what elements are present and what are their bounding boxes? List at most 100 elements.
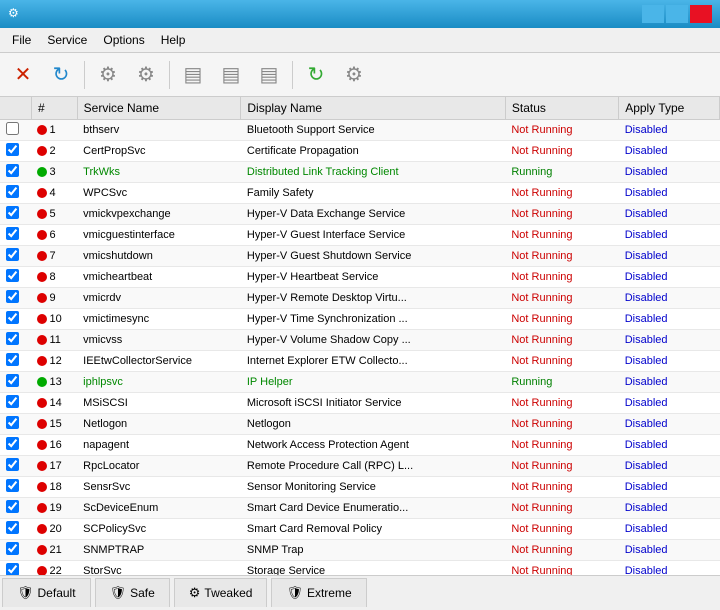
close-button[interactable] [690, 5, 712, 23]
table-row[interactable]: 10vmictimesyncHyper-V Time Synchronizati… [0, 309, 720, 330]
row-checkbox[interactable] [6, 437, 19, 450]
settings1-button[interactable]: ⚙ [91, 58, 125, 92]
row-status: Not Running [505, 435, 618, 456]
row-apply-type: Disabled [619, 498, 720, 519]
row-checkbox[interactable] [6, 185, 19, 198]
table-row[interactable]: 4WPCSvcFamily SafetyNot RunningDisabled [0, 183, 720, 204]
stop-button[interactable]: ✕ [6, 58, 40, 92]
header-display-name: Display Name [241, 97, 505, 120]
row-number: 4 [31, 183, 77, 204]
table-row[interactable]: 21SNMPTRAPSNMP TrapNot RunningDisabled [0, 540, 720, 561]
table-row[interactable]: 14MSiSCSIMicrosoft iSCSI Initiator Servi… [0, 393, 720, 414]
table-row[interactable]: 12IEEtwCollectorServiceInternet Explorer… [0, 351, 720, 372]
config-button[interactable]: ⚙ [337, 58, 371, 92]
list3-button[interactable]: ▤ [252, 58, 286, 92]
row-display-name: Distributed Link Tracking Client [241, 162, 505, 183]
status-dot-green [37, 377, 47, 387]
row-service-name: MSiSCSI [77, 393, 241, 414]
row-apply-type: Disabled [619, 204, 720, 225]
row-number: 2 [31, 141, 77, 162]
row-apply-type: Disabled [619, 372, 720, 393]
list1-button[interactable]: ▤ [176, 58, 210, 92]
services-table-container[interactable]: # Service Name Display Name Status Apply… [0, 97, 720, 575]
row-apply-type: Disabled [619, 330, 720, 351]
row-service-name: vmicheartbeat [77, 267, 241, 288]
refresh2-button[interactable]: ↻ [299, 58, 333, 92]
row-display-name: Hyper-V Guest Interface Service [241, 225, 505, 246]
row-service-name: vmickvpexchange [77, 204, 241, 225]
table-row[interactable]: 2CertPropSvcCertificate PropagationNot R… [0, 141, 720, 162]
row-service-name: vmicguestinterface [77, 225, 241, 246]
maximize-button[interactable] [666, 5, 688, 23]
row-status: Running [505, 162, 618, 183]
table-row[interactable]: 7vmicshutdownHyper-V Guest Shutdown Serv… [0, 246, 720, 267]
row-checkbox[interactable] [6, 206, 19, 219]
header-apply-type: Apply Type [619, 97, 720, 120]
default-tab[interactable]: 🛡Default [2, 578, 91, 607]
menu-item-help[interactable]: Help [153, 30, 194, 50]
row-checkbox[interactable] [6, 416, 19, 429]
table-row[interactable]: 1bthservBluetooth Support ServiceNot Run… [0, 120, 720, 141]
table-row[interactable]: 22StorSvcStorage ServiceNot RunningDisab… [0, 561, 720, 576]
row-number: 19 [31, 498, 77, 519]
row-checkbox[interactable] [6, 374, 19, 387]
table-row[interactable]: 6vmicguestinterfaceHyper-V Guest Interfa… [0, 225, 720, 246]
table-row[interactable]: 20SCPolicySvcSmart Card Removal PolicyNo… [0, 519, 720, 540]
row-status: Not Running [505, 414, 618, 435]
row-status: Not Running [505, 120, 618, 141]
row-checkbox[interactable] [6, 143, 19, 156]
row-checkbox[interactable] [6, 353, 19, 366]
row-status: Not Running [505, 183, 618, 204]
row-display-name: Family Safety [241, 183, 505, 204]
row-status: Not Running [505, 204, 618, 225]
row-checkbox[interactable] [6, 248, 19, 261]
menu-item-file[interactable]: File [4, 30, 39, 50]
row-checkbox[interactable] [6, 269, 19, 282]
status-dot-red [37, 545, 47, 555]
table-row[interactable]: 8vmicheartbeatHyper-V Heartbeat ServiceN… [0, 267, 720, 288]
default-tab-label: Default [38, 586, 76, 600]
row-checkbox[interactable] [6, 458, 19, 471]
table-row[interactable]: 9vmicrdvHyper-V Remote Desktop Virtu...N… [0, 288, 720, 309]
minimize-button[interactable] [642, 5, 664, 23]
row-checkbox[interactable] [6, 227, 19, 240]
row-apply-type: Disabled [619, 477, 720, 498]
row-apply-type: Disabled [619, 414, 720, 435]
menu-item-options[interactable]: Options [95, 30, 152, 50]
table-row[interactable]: 19ScDeviceEnumSmart Card Device Enumerat… [0, 498, 720, 519]
row-checkbox[interactable] [6, 521, 19, 534]
row-status: Not Running [505, 288, 618, 309]
table-row[interactable]: 18SensrSvcSensor Monitoring ServiceNot R… [0, 477, 720, 498]
row-checkbox[interactable] [6, 122, 19, 135]
row-checkbox[interactable] [6, 542, 19, 555]
table-row[interactable]: 11vmicvssHyper-V Volume Shadow Copy ...N… [0, 330, 720, 351]
toolbar: ✕↻⚙⚙▤▤▤↻⚙ [0, 53, 720, 97]
settings2-button[interactable]: ⚙ [129, 58, 163, 92]
table-row[interactable]: 3TrkWksDistributed Link Tracking ClientR… [0, 162, 720, 183]
row-checkbox[interactable] [6, 164, 19, 177]
row-display-name: Netlogon [241, 414, 505, 435]
table-row[interactable]: 13iphlpsvcIP HelperRunningDisabled [0, 372, 720, 393]
extreme-tab[interactable]: 🛡Extreme [271, 578, 366, 607]
row-checkbox[interactable] [6, 311, 19, 324]
list2-button[interactable]: ▤ [214, 58, 248, 92]
table-row[interactable]: 5vmickvpexchangeHyper-V Data Exchange Se… [0, 204, 720, 225]
row-checkbox[interactable] [6, 479, 19, 492]
row-checkbox[interactable] [6, 395, 19, 408]
toolbar-separator [84, 61, 85, 89]
row-display-name: Storage Service [241, 561, 505, 576]
table-row[interactable]: 16napagentNetwork Access Protection Agen… [0, 435, 720, 456]
refresh-button[interactable]: ↻ [44, 58, 78, 92]
row-checkbox[interactable] [6, 332, 19, 345]
row-number: 18 [31, 477, 77, 498]
row-apply-type: Disabled [619, 162, 720, 183]
tweaked-tab[interactable]: ⚙Tweaked [174, 578, 268, 607]
table-row[interactable]: 17RpcLocatorRemote Procedure Call (RPC) … [0, 456, 720, 477]
table-row[interactable]: 15NetlogonNetlogonNot RunningDisabled [0, 414, 720, 435]
row-checkbox[interactable] [6, 563, 19, 575]
row-checkbox[interactable] [6, 500, 19, 513]
safe-tab[interactable]: 🛡Safe [95, 578, 170, 607]
row-checkbox[interactable] [6, 290, 19, 303]
row-status: Not Running [505, 141, 618, 162]
menu-item-service[interactable]: Service [39, 30, 95, 50]
